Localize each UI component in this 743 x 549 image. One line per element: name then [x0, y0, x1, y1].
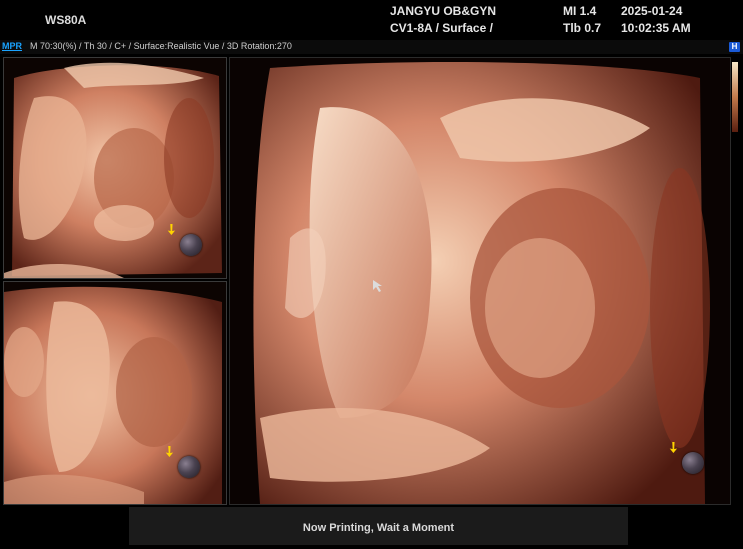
marker-sphere-icon — [682, 452, 704, 474]
fetal-face-render-large — [230, 58, 730, 504]
render-view-main[interactable]: ➘ — [229, 57, 731, 505]
render-view-top-left[interactable]: ➘ — [3, 57, 227, 279]
marker-sphere-icon — [178, 456, 200, 478]
marker-sphere-icon — [180, 234, 202, 256]
position-marker[interactable]: ➘ — [160, 441, 200, 478]
info-bar: MPR M 70:30(%) / Th 30 / C+ / Surface:Re… — [0, 40, 743, 54]
exam-date: 2025-01-24 — [621, 4, 683, 18]
render-view-bottom-left[interactable]: ➘ — [3, 281, 227, 505]
color-scale-bar — [732, 62, 738, 132]
position-marker[interactable]: ➘ — [162, 219, 202, 256]
hospital-name: JANGYU OB&GYN — [390, 4, 497, 18]
h-badge-icon[interactable]: H — [729, 42, 740, 52]
status-message: Now Printing, Wait a Moment — [129, 507, 628, 545]
position-marker[interactable]: ➘ — [664, 437, 704, 474]
device-name: WS80A — [45, 13, 87, 27]
mpr-mode-link[interactable]: MPR — [2, 41, 22, 51]
probe-mode: CV1-8A / Surface / — [390, 21, 493, 35]
render-parameters: M 70:30(%) / Th 30 / C+ / Surface:Realis… — [30, 41, 292, 51]
mechanical-index: MI 1.4 — [563, 4, 597, 18]
header-bar: WS80A JANGYU OB&GYN CV1-8A / Surface / M… — [0, 0, 743, 40]
exam-time: 10:02:35 AM — [621, 21, 691, 35]
thermal-index: Tlb 0.7 — [563, 21, 602, 35]
